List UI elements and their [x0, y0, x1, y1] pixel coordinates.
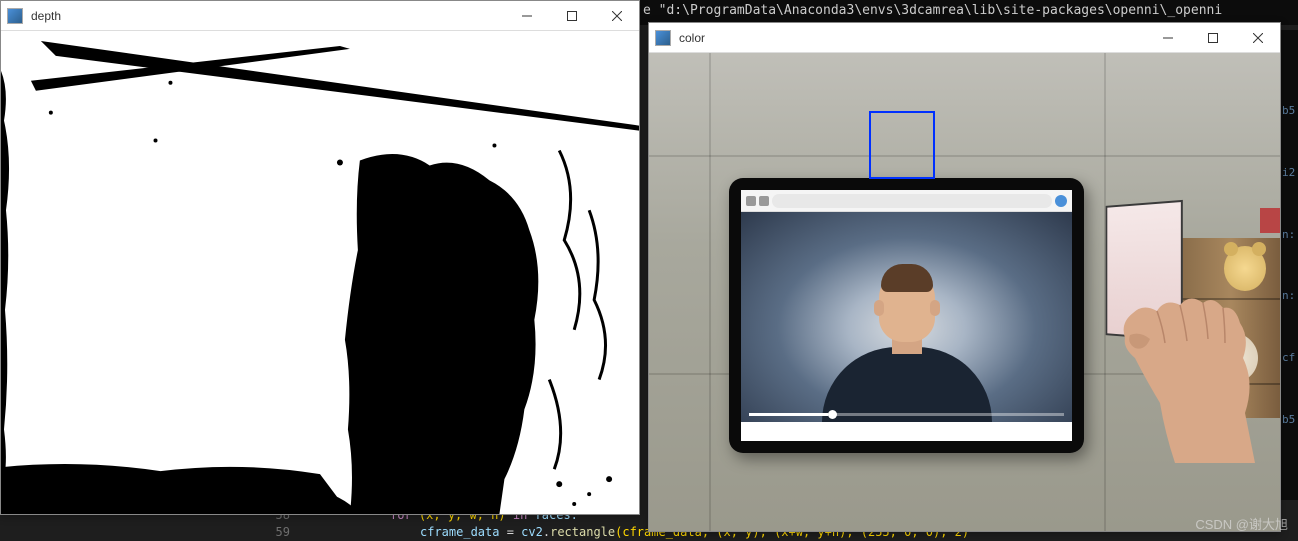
maximize-button[interactable] — [549, 1, 594, 31]
video-progress-bar — [749, 413, 1064, 416]
depth-titlebar[interactable]: depth — [1, 1, 639, 31]
opencv-icon — [7, 8, 23, 24]
face-detection-box — [869, 111, 935, 179]
hand — [1115, 283, 1255, 463]
minimize-button[interactable] — [504, 1, 549, 31]
watermark: CSDN @谢大旭 — [1195, 514, 1288, 533]
tablet-browser-bar — [741, 190, 1072, 212]
person-portrait — [817, 262, 997, 422]
color-titlebar[interactable]: color — [649, 23, 1280, 53]
depth-image-content — [1, 31, 639, 514]
tablet-device — [729, 178, 1084, 453]
minimize-button[interactable] — [1145, 23, 1190, 53]
color-title: color — [677, 31, 1145, 45]
shelf-tag — [1260, 208, 1280, 233]
opencv-icon — [655, 30, 671, 46]
line-number: 59 — [0, 525, 310, 539]
terminal-side-fragments: b5 i2 n: n: cf b5 — [1280, 30, 1298, 500]
depth-title: depth — [29, 9, 504, 23]
color-image-content — [649, 53, 1280, 531]
close-button[interactable] — [1235, 23, 1280, 53]
color-window: color — [648, 22, 1281, 532]
depth-window: depth — [0, 0, 640, 515]
maximize-button[interactable] — [1190, 23, 1235, 53]
close-button[interactable] — [594, 1, 639, 31]
tablet-photo — [741, 212, 1072, 422]
